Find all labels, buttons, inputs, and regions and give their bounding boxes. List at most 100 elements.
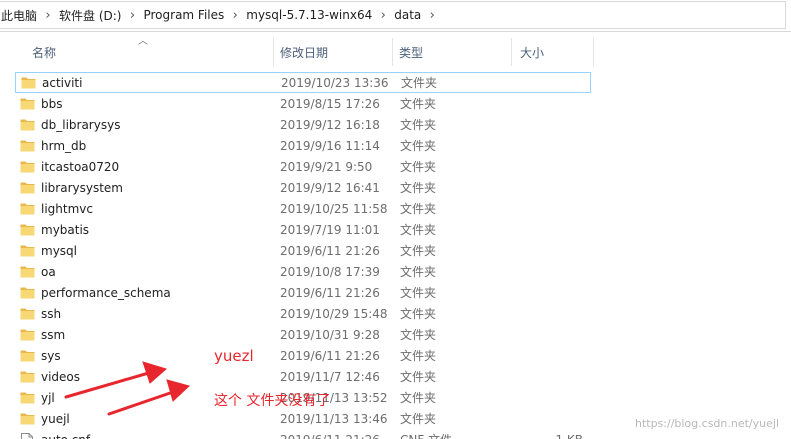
file-modified-date: 2019/9/16 11:14 [280,138,380,153]
column-header-size[interactable]: 大小 [512,38,594,66]
file-row[interactable]: lightmvc 2019/10/25 11:58 文件夹 [15,198,591,219]
file-name: hrm_db [41,138,87,153]
file-size: 1 KB [555,433,583,439]
file-modified-date: 2019/9/12 16:41 [280,180,380,195]
breadcrumb-mysql[interactable]: mysql-5.7.13-winx64 [246,8,372,22]
breadcrumb-data[interactable]: data [394,8,421,22]
file-type: 文件夹 [400,181,437,195]
file-name: performance_schema [41,285,171,300]
file-row[interactable]: sys 2019/6/11 21:26 文件夹 [15,345,591,366]
file-type: 文件夹 [400,286,437,300]
chevron-right-icon[interactable]: › [37,8,59,23]
file-type: 文件夹 [400,265,437,279]
file-row[interactable]: ssm 2019/10/31 9:28 文件夹 [15,324,591,345]
file-name: mybatis [41,222,90,237]
file-modified-date: 2019/10/29 15:48 [280,306,388,321]
column-header-size-label: 大小 [520,45,545,60]
file-name: lightmvc [41,201,93,216]
folder-icon [20,392,35,404]
annotation-label-note: 这个 文件夹没有了 [214,393,331,409]
column-header-type[interactable]: 类型 [393,38,512,66]
file-row[interactable]: db_librarysys 2019/9/12 16:18 文件夹 [15,114,591,135]
folder-icon [20,308,35,320]
file-name: videos [41,369,81,384]
folder-icon [20,182,35,194]
file-row[interactable]: yuejl 2019/11/13 13:46 文件夹 [15,408,591,429]
file-row[interactable]: mybatis 2019/7/19 11:01 文件夹 [15,219,591,240]
file-type: 文件夹 [401,76,438,90]
folder-icon [20,224,35,236]
file-type: 文件夹 [400,139,437,153]
folder-icon [20,371,35,383]
watermark: https://blog.csdn.net/yuejl [634,417,779,430]
file-modified-date: 2019/7/19 11:01 [280,222,380,237]
file-row[interactable]: mysql 2019/6/11 21:26 文件夹 [15,240,591,261]
explorer-window: 此电脑 › 软件盘 (D:) › Program Files › mysql-5… [0,0,791,439]
file-type: 文件夹 [400,223,437,237]
file-name: auto.cnf [41,433,280,439]
chevron-right-icon[interactable]: › [224,8,246,23]
file-modified-date: 2019/6/11 21:26 [280,243,380,258]
file-modified-date: 2019/10/23 13:36 [281,75,389,90]
file-modified-date: 2019/6/11 21:26 [280,285,380,300]
chevron-right-icon[interactable]: › [121,8,143,23]
folder-icon [20,287,35,299]
folder-icon [20,140,35,152]
file-row[interactable]: ssh 2019/10/29 15:48 文件夹 [15,303,591,324]
file-name: ssh [41,306,62,321]
column-header-name[interactable]: 名称 [12,38,274,66]
breadcrumb-this-pc[interactable]: 此电脑 [1,7,37,24]
file-row[interactable]: hrm_db 2019/9/16 11:14 文件夹 [15,135,591,156]
file-row[interactable]: oa 2019/10/8 17:39 文件夹 [15,261,591,282]
folder-icon [20,329,35,341]
folder-icon [21,77,36,89]
breadcrumb-drive-d[interactable]: 软件盘 (D:) [59,7,121,24]
file-row[interactable]: performance_schema 2019/6/11 21:26 文件夹 [15,282,591,303]
file-type: CNF 文件 [400,431,452,439]
breadcrumb[interactable]: 此电脑 › 软件盘 (D:) › Program Files › mysql-5… [0,1,786,29]
folder-icon [20,245,35,257]
file-type: 文件夹 [400,160,437,174]
address-bar[interactable]: 此电脑 › 软件盘 (D:) › Program Files › mysql-5… [0,0,791,32]
file-row[interactable]: itcastoa0720 2019/9/21 9:50 文件夹 [15,156,591,177]
file-modified-date: 2019/10/25 11:58 [280,201,388,216]
column-header-name-label: 名称 [32,45,57,60]
file-type: 文件夹 [400,391,437,405]
file-modified-date: 2019/9/12 16:18 [280,117,380,132]
column-header-date-label: 修改日期 [280,45,329,60]
folder-icon [20,266,35,278]
file-name: yuejl [41,411,70,426]
file-name: itcastoa0720 [41,159,120,174]
file-row[interactable]: auto.cnf2019/6/11 21:26 CNF 文件 1 KB [15,429,591,439]
file-type: 文件夹 [400,349,437,363]
file-modified-date: 2019/8/15 17:26 [280,96,380,111]
file-type: 文件夹 [400,97,437,111]
file-icon [21,432,33,439]
file-name: ssm [41,327,66,342]
column-header-date[interactable]: 修改日期 [274,38,393,66]
folder-icon [20,350,35,362]
folder-icon [20,413,35,425]
file-row[interactable]: librarysystem 2019/9/12 16:41 文件夹 [15,177,591,198]
file-name: mysql [41,243,77,258]
file-name: oa [41,264,56,279]
file-row[interactable]: videos 2019/11/7 12:46 文件夹 [15,366,591,387]
file-name: librarysystem [41,180,123,195]
file-modified-date: 2019/10/31 9:28 [280,327,380,342]
file-type: 文件夹 [400,307,437,321]
folder-icon [20,161,35,173]
file-row[interactable]: activiti 2019/10/23 13:36 文件夹 [15,72,591,93]
file-type: 文件夹 [400,370,437,384]
file-type: 文件夹 [400,244,437,258]
file-row[interactable]: bbs 2019/8/15 17:26 文件夹 [15,93,591,114]
column-header-type-label: 类型 [399,45,424,60]
chevron-right-icon[interactable]: › [421,8,443,23]
chevron-right-icon[interactable]: › [372,8,394,23]
file-modified-date: 2019/9/21 9:50 [280,159,373,174]
folder-icon [20,98,35,110]
file-modified-date: 2019/6/11 21:26 [280,433,380,439]
file-name: bbs [41,96,63,111]
breadcrumb-program-files[interactable]: Program Files [143,8,224,22]
file-modified-date: 2019/6/11 21:26 [280,348,380,363]
file-type: 文件夹 [400,412,437,426]
